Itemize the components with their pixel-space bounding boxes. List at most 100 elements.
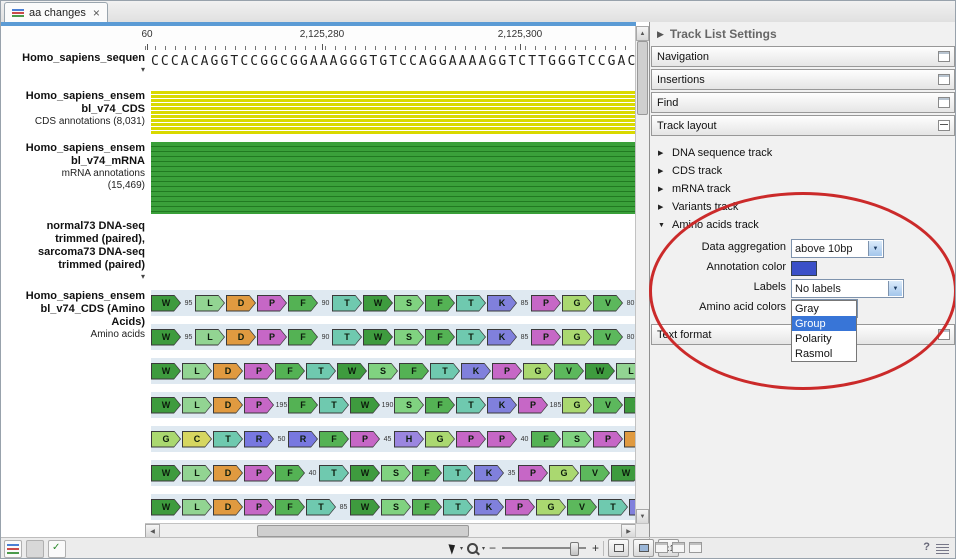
amino-acid-arrow[interactable]: F xyxy=(288,295,318,312)
track-mrna[interactable]: Homo_sapiens_ensembl_v74_mRNAmRNA annota… xyxy=(0,140,636,218)
amino-acid-arrow[interactable]: T xyxy=(319,397,349,414)
amino-acid-arrow[interactable]: H xyxy=(394,431,424,448)
amino-acid-arrow[interactable]: S xyxy=(381,499,411,516)
track-label-sequence[interactable]: Homo_sapiens_sequen▾ xyxy=(0,50,151,88)
amino-acid-arrow[interactable]: L xyxy=(195,295,225,312)
amino-acid-arrow[interactable]: P xyxy=(518,397,548,414)
amino-acid-arrow[interactable]: R xyxy=(244,431,274,448)
amino-acid-arrow[interactable]: T xyxy=(443,499,473,516)
amino-acid-arrow[interactable]: G xyxy=(562,329,592,346)
track-label-reads[interactable]: normal73 DNA-seqtrimmed (paired),sarcoma… xyxy=(0,218,151,288)
scroll-left-button[interactable]: ◀ xyxy=(145,524,160,538)
amino-acid-arrow[interactable]: P xyxy=(257,295,287,312)
amino-acid-arrow[interactable]: W xyxy=(363,295,393,312)
expand-triangle-icon[interactable]: ▼ xyxy=(658,222,666,229)
amino-acid-arrow[interactable]: G xyxy=(562,397,592,414)
amino-acid-arrow[interactable]: T xyxy=(306,499,336,516)
amino-acid-arrow[interactable]: V xyxy=(593,397,623,414)
amino-acid-arrow[interactable]: V xyxy=(593,295,623,312)
close-icon[interactable]: × xyxy=(93,8,100,18)
amino-acid-arrow[interactable]: L xyxy=(182,465,212,482)
amino-acid-arrow[interactable]: V xyxy=(593,329,623,346)
amino-acid-arrow[interactable]: L xyxy=(182,499,212,516)
amino-acid-arrow[interactable]: P xyxy=(257,329,287,346)
amino-acid-arrow[interactable]: P xyxy=(531,295,561,312)
amino-acid-arrow[interactable]: F xyxy=(425,329,455,346)
expand-triangle-icon[interactable]: ▶ xyxy=(658,185,666,193)
track-label-cds[interactable]: Homo_sapiens_ensembl_v74_CDSCDS annotati… xyxy=(0,88,151,140)
amino-acid-arrow[interactable]: P xyxy=(505,499,535,516)
amino-acid-arrow[interactable]: F xyxy=(275,465,305,482)
amino-acid-arrow[interactable]: W xyxy=(611,465,636,482)
amino-acid-arrow[interactable]: D xyxy=(226,295,256,312)
pointer-tool-caret-icon[interactable]: ▾ xyxy=(460,545,463,552)
fit-width-button[interactable] xyxy=(608,539,629,557)
zoom-slider[interactable] xyxy=(502,547,586,549)
layout-item-cds-track[interactable]: ▶CDS track xyxy=(650,162,956,180)
amino-acid-arrow[interactable]: S xyxy=(562,431,592,448)
amino-acid-arrow[interactable]: F xyxy=(275,363,305,380)
amino-acid-arrow[interactable]: K xyxy=(474,465,504,482)
amino-acid-arrow[interactable]: P xyxy=(350,431,380,448)
labels-select[interactable]: No labels ▼ xyxy=(791,279,904,298)
amino-acid-arrow[interactable]: R xyxy=(288,431,318,448)
amino-acid-arrow[interactable]: T xyxy=(443,465,473,482)
zoom-selection-button[interactable] xyxy=(633,539,654,557)
amino-acid-arrow[interactable]: G xyxy=(523,363,553,380)
amino-acid-arrow[interactable]: P xyxy=(456,431,486,448)
amino-acid-arrow[interactable]: S xyxy=(381,465,411,482)
amino-acid-arrow[interactable]: F xyxy=(399,363,429,380)
amino-acid-arrow[interactable]: K xyxy=(474,499,504,516)
amino-acid-arrow[interactable]: G xyxy=(549,465,579,482)
amino-acid-arrow[interactable]: V xyxy=(567,499,597,516)
section-find[interactable]: Find xyxy=(651,92,955,113)
data-aggregation-select[interactable]: above 10bp ▼ xyxy=(791,239,884,258)
expand-triangle-icon[interactable]: ▶ xyxy=(658,149,666,157)
amino-acid-arrow[interactable]: T xyxy=(456,397,486,414)
amino-acid-arrow[interactable]: G xyxy=(151,431,181,448)
amino-acid-arrow[interactable]: T xyxy=(332,329,362,346)
amino-acid-arrow[interactable]: T xyxy=(332,295,362,312)
amino-acid-arrow[interactable]: D xyxy=(226,329,256,346)
horizontal-scroll-thumb[interactable] xyxy=(257,525,469,537)
amino-acid-arrow[interactable]: L xyxy=(182,363,212,380)
amino-acid-arrow[interactable]: P xyxy=(244,499,274,516)
amino-acid-arrow[interactable]: C xyxy=(182,431,212,448)
zoom-tool-caret-icon[interactable]: ▾ xyxy=(482,545,485,552)
amino-acid-arrow[interactable]: T xyxy=(456,329,486,346)
amino-acid-arrow[interactable]: F xyxy=(275,499,305,516)
amino-acid-arrow[interactable]: D xyxy=(213,499,243,516)
dropdown-option-polarity[interactable]: Polarity xyxy=(792,331,856,346)
amino-acid-arrow[interactable]: G xyxy=(536,499,566,516)
amino-acid-arrow[interactable]: S xyxy=(394,329,424,346)
amino-acid-arrow[interactable]: W xyxy=(350,397,380,414)
track-amino-acids[interactable]: Homo_sapiens_ensembl_v74_CDS (AminoAcids… xyxy=(0,288,636,524)
amino-acid-arrow[interactable]: W xyxy=(337,363,367,380)
amino-acid-arrow[interactable]: T xyxy=(598,499,628,516)
help-icon[interactable]: ? xyxy=(923,541,930,553)
amino-acid-arrow[interactable]: T xyxy=(213,431,243,448)
amino-acid-arrow[interactable]: W xyxy=(350,499,380,516)
dropdown-option-gray[interactable]: Gray xyxy=(792,301,856,316)
doc-check-icon[interactable] xyxy=(48,540,66,558)
clipboard-icon[interactable] xyxy=(26,540,44,558)
amino-acid-arrow[interactable]: F xyxy=(531,431,561,448)
amino-acid-arrow[interactable]: W xyxy=(151,363,181,380)
float-panel-icon[interactable] xyxy=(938,329,950,340)
amino-acid-arrow[interactable]: P xyxy=(487,431,517,448)
dropdown-option-group[interactable]: Group xyxy=(792,316,856,331)
section-navigation[interactable]: Navigation xyxy=(651,46,955,67)
expand-triangle-icon[interactable]: ▶ xyxy=(658,167,666,175)
amino-acid-arrow[interactable]: P xyxy=(593,431,623,448)
amino-acid-arrow[interactable]: W xyxy=(363,329,393,346)
amino-acid-arrow[interactable]: W xyxy=(151,465,181,482)
amino-acid-arrow[interactable]: F xyxy=(288,397,318,414)
annotation-color-swatch[interactable] xyxy=(791,261,817,276)
amino-acid-arrow[interactable]: L xyxy=(182,397,212,414)
amino-acid-arrow[interactable]: W xyxy=(151,397,181,414)
collapse-icon[interactable] xyxy=(938,120,950,131)
amino-acid-arrow[interactable]: L xyxy=(195,329,225,346)
amino-acid-arrow[interactable]: G xyxy=(425,431,455,448)
amino-acid-arrow[interactable]: W xyxy=(151,295,181,312)
track-cds[interactable]: Homo_sapiens_ensembl_v74_CDSCDS annotati… xyxy=(0,88,636,140)
